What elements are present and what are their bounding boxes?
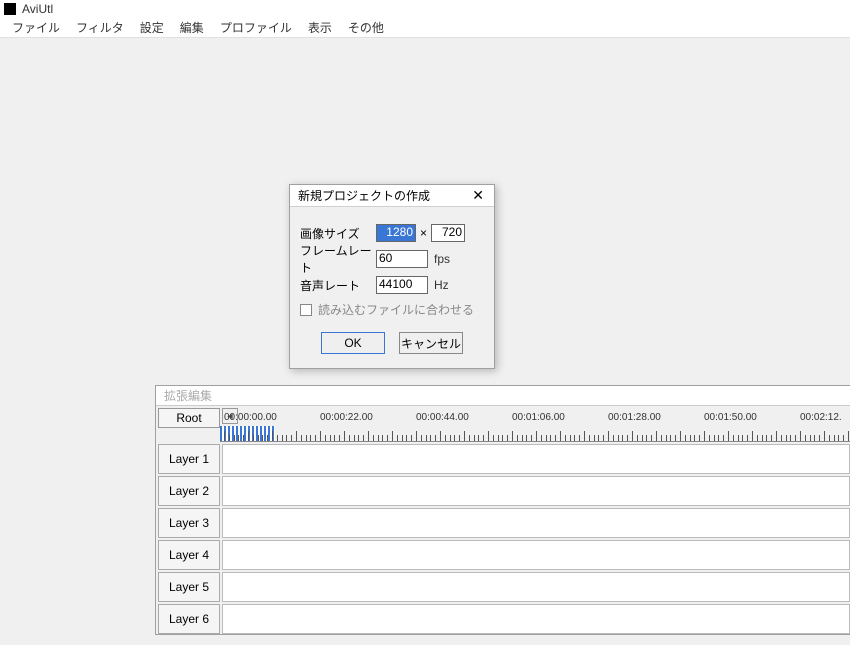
time-mark-4: 00:01:28.00 [608, 412, 661, 423]
dialog-body: 画像サイズ 1280 × 720 フレームレート 60 fps 音声レート 44… [290, 207, 494, 368]
time-mark-6: 00:02:12. [800, 412, 842, 423]
dialog-title-bar[interactable]: 新規プロジェクトの作成 ✕ [290, 185, 494, 207]
timeline-title: 拡張編集 [156, 386, 850, 406]
match-file-checkbox[interactable] [300, 304, 312, 316]
layer-label-5[interactable]: Layer 5 [158, 572, 220, 602]
menu-file[interactable]: ファイル [4, 17, 68, 38]
time-labels: 00:00:00.00 00:00:22.00 00:00:44.00 00:0… [220, 412, 850, 424]
app-title: AviUtl [22, 2, 53, 16]
menu-settings[interactable]: 設定 [132, 17, 172, 38]
layer-row-5: Layer 5 [156, 572, 850, 602]
layer-row-6: Layer 6 [156, 604, 850, 634]
cancel-button[interactable]: キャンセル [399, 332, 463, 354]
root-button[interactable]: Root [158, 408, 220, 428]
times-symbol: × [420, 226, 427, 240]
layer-label-4[interactable]: Layer 4 [158, 540, 220, 570]
timeline-window: 拡張編集 Root ◄ 00:00:00.00 00:00:22.00 00:0… [155, 385, 850, 635]
hz-unit: Hz [434, 278, 449, 292]
layer-label-3[interactable]: Layer 3 [158, 508, 220, 538]
height-input[interactable]: 720 [431, 224, 465, 242]
layer-row-2: Layer 2 [156, 476, 850, 506]
match-file-label: 読み込むファイルに合わせる [318, 301, 474, 318]
ok-button[interactable]: OK [321, 332, 385, 354]
layer-track-1[interactable] [222, 444, 850, 474]
image-size-label: 画像サイズ [300, 225, 376, 242]
menu-edit[interactable]: 編集 [172, 17, 212, 38]
image-size-row: 画像サイズ 1280 × 720 [300, 223, 484, 243]
match-file-row[interactable]: 読み込むファイルに合わせる [300, 301, 484, 318]
time-mark-1: 00:00:22.00 [320, 412, 373, 423]
menu-view[interactable]: 表示 [300, 17, 340, 38]
layer-track-2[interactable] [222, 476, 850, 506]
menu-profile[interactable]: プロファイル [212, 17, 300, 38]
layer-label-2[interactable]: Layer 2 [158, 476, 220, 506]
layer-row-4: Layer 4 [156, 540, 850, 570]
layer-label-1[interactable]: Layer 1 [158, 444, 220, 474]
layer-track-3[interactable] [222, 508, 850, 538]
time-mark-5: 00:01:50.00 [704, 412, 757, 423]
time-mark-0: 00:00:00.00 [224, 412, 277, 423]
dialog-button-row: OK キャンセル [300, 332, 484, 354]
dialog-title: 新規プロジェクトの作成 [298, 187, 430, 204]
layer-label-6[interactable]: Layer 6 [158, 604, 220, 634]
audiorate-label: 音声レート [300, 277, 376, 294]
ruler-ticks [220, 426, 850, 442]
new-project-dialog: 新規プロジェクトの作成 ✕ 画像サイズ 1280 × 720 フレームレート 6… [289, 184, 495, 369]
framerate-row: フレームレート 60 fps [300, 249, 484, 269]
ruler-area[interactable]: ◄ 00:00:00.00 00:00:22.00 00:00:44.00 00… [220, 406, 850, 442]
menu-filter[interactable]: フィルタ [68, 17, 132, 38]
menu-bar: ファイル フィルタ 設定 編集 プロファイル 表示 その他 [0, 18, 850, 38]
fps-input[interactable]: 60 [376, 250, 428, 268]
timeline-ruler-row: Root ◄ 00:00:00.00 00:00:22.00 00:00:44.… [156, 406, 850, 442]
width-input[interactable]: 1280 [376, 224, 416, 242]
menu-other[interactable]: その他 [340, 17, 392, 38]
layers: Layer 1 Layer 2 Layer 3 Layer 4 Layer 5 … [156, 444, 850, 634]
layer-track-4[interactable] [222, 540, 850, 570]
app-icon [4, 3, 16, 15]
time-mark-3: 00:01:06.00 [512, 412, 565, 423]
audiorate-row: 音声レート 44100 Hz [300, 275, 484, 295]
title-bar: AviUtl [0, 0, 850, 18]
layer-track-6[interactable] [222, 604, 850, 634]
framerate-label: フレームレート [300, 242, 376, 276]
audio-input[interactable]: 44100 [376, 276, 428, 294]
layer-track-5[interactable] [222, 572, 850, 602]
fps-unit: fps [434, 252, 450, 266]
close-icon[interactable]: ✕ [466, 187, 490, 204]
layer-row-1: Layer 1 [156, 444, 850, 474]
layer-row-3: Layer 3 [156, 508, 850, 538]
time-mark-2: 00:00:44.00 [416, 412, 469, 423]
